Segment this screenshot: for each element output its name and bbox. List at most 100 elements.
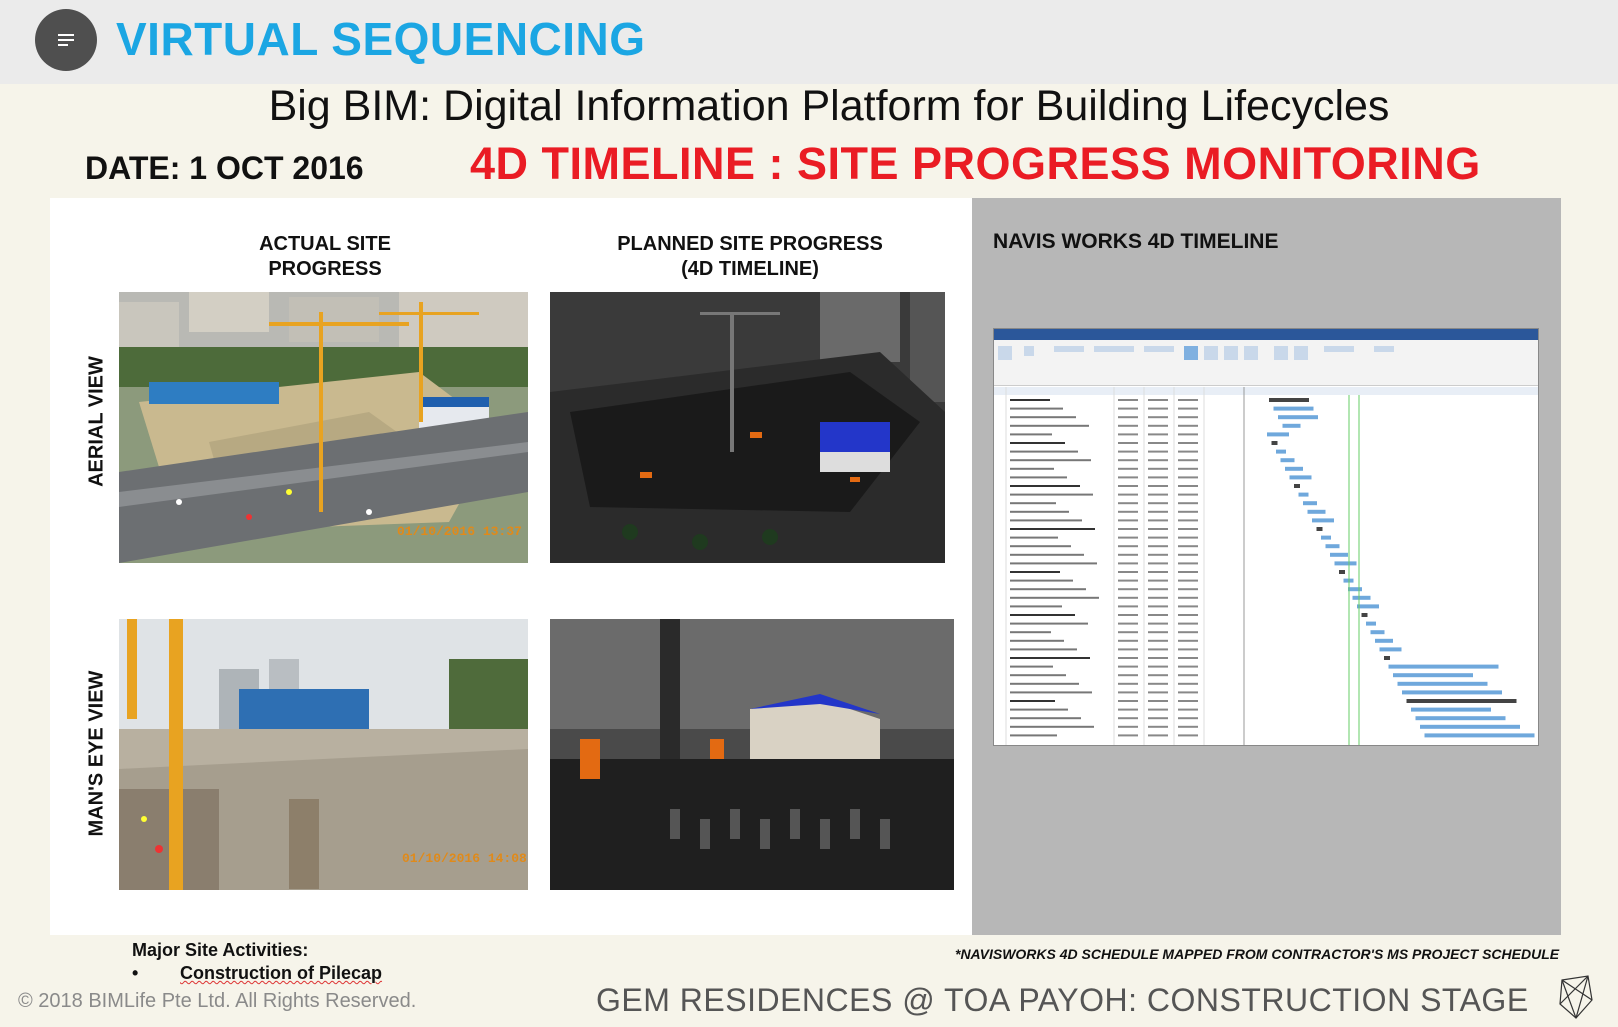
- gantt-bar: [1334, 561, 1357, 566]
- gantt-cell: [1148, 571, 1168, 573]
- gantt-bar: [1278, 415, 1318, 420]
- gantt-cell: [1148, 674, 1168, 677]
- gantt-cell: [1118, 665, 1138, 668]
- gantt-cell: [1148, 553, 1168, 556]
- gantt-cell: [1118, 725, 1138, 728]
- gantt-task-name: [1010, 691, 1092, 694]
- gantt-cell: [1178, 399, 1198, 401]
- gantt-ribbon: [994, 340, 1538, 386]
- gantt-cell: [1148, 596, 1168, 599]
- gantt-cell: [1178, 493, 1198, 496]
- gantt-task-name: [1010, 614, 1075, 616]
- gantt-cell: [1148, 407, 1168, 410]
- gantt-cell: [1118, 639, 1138, 642]
- gantt-bar: [1339, 570, 1345, 574]
- gantt-cell: [1118, 657, 1138, 659]
- gantt-cell: [1148, 708, 1168, 711]
- planned-heading-line1: PLANNED SITE PROGRESS: [617, 233, 883, 255]
- gantt-body: [994, 387, 1538, 745]
- gantt-cell: [1178, 614, 1198, 616]
- gantt-cell: [1178, 605, 1198, 608]
- gantt-task-name: [1010, 502, 1056, 505]
- gantt-task-name: [1010, 639, 1064, 642]
- gantt-bar: [1273, 406, 1314, 411]
- menu-icon: [58, 34, 74, 46]
- gantt-task-name: [1010, 622, 1088, 625]
- gantt-bar: [1280, 458, 1295, 463]
- gantt-cell: [1178, 433, 1198, 436]
- gantt-cell: [1148, 433, 1168, 436]
- gantt-bar: [1289, 475, 1312, 480]
- gantt-bar: [1285, 466, 1303, 471]
- gantt-cell: [1178, 717, 1198, 720]
- gantt-cell: [1118, 631, 1138, 634]
- gantt-cell: [1178, 459, 1198, 462]
- gantt-cell: [1148, 725, 1168, 728]
- planned-aerial-render: [550, 292, 945, 563]
- gantt-cell: [1178, 622, 1198, 625]
- gantt-cell: [1118, 553, 1138, 556]
- gantt-bar: [1393, 673, 1473, 678]
- gantt-cell: [1178, 691, 1198, 694]
- gantt-cell: [1118, 442, 1138, 444]
- gantt-cell: [1178, 485, 1198, 487]
- gantt-cell: [1118, 700, 1138, 702]
- gantt-task-name: [1010, 510, 1069, 513]
- gantt-bar: [1420, 724, 1520, 729]
- gantt-bar: [1379, 647, 1402, 652]
- actual-ground-photo: 01/10/2016 14:08: [119, 619, 528, 890]
- gantt-cell: [1148, 519, 1168, 522]
- gantt-cell: [1148, 536, 1168, 539]
- gantt-task-name: [1010, 700, 1055, 702]
- gantt-task-name: [1010, 631, 1051, 634]
- gantt-cell: [1118, 399, 1138, 401]
- gantt-cell: [1178, 407, 1198, 410]
- gantt-cell: [1148, 700, 1168, 702]
- gantt-task-name: [1010, 648, 1077, 651]
- gantt-cell: [1118, 476, 1138, 479]
- gantt-cell: [1118, 493, 1138, 496]
- gantt-task-name: [1010, 605, 1062, 608]
- gantt-cell: [1148, 442, 1168, 444]
- gantt-bar: [1366, 621, 1376, 626]
- gantt-bar: [1357, 604, 1379, 609]
- gantt-bar: [1330, 552, 1348, 557]
- menu-button[interactable]: [35, 9, 97, 71]
- gantt-cell: [1148, 510, 1168, 513]
- gantt-cell: [1118, 691, 1138, 694]
- gantt-cell: [1118, 510, 1138, 513]
- gantt-task-name: [1010, 725, 1094, 728]
- gantt-cell: [1148, 399, 1168, 401]
- gantt-task-name: [1010, 734, 1057, 737]
- gantt-cell: [1118, 717, 1138, 720]
- gantt-cell: [1118, 536, 1138, 539]
- gantt-task-name: [1010, 665, 1053, 668]
- ground-photo-timestamp: 01/10/2016 14:08: [402, 851, 527, 866]
- planned-heading-line2: (4D TIMELINE): [681, 258, 819, 280]
- gantt-cell: [1118, 596, 1138, 599]
- gantt-cell: [1118, 502, 1138, 505]
- gantt-cell: [1148, 502, 1168, 505]
- gantt-cell: [1178, 553, 1198, 556]
- gantt-bar: [1271, 441, 1278, 445]
- gantt-bar: [1375, 638, 1393, 643]
- gantt-task-name: [1010, 682, 1079, 685]
- gantt-bar: [1276, 449, 1286, 454]
- project-name: GEM RESIDENCES @ TOA PAYOH: CONSTRUCTION…: [596, 982, 1529, 1018]
- aerial-view-label: AERIAL VIEW: [85, 356, 108, 487]
- gantt-task-name: [1010, 485, 1080, 487]
- gantt-cell: [1178, 545, 1198, 548]
- gantt-cell: [1118, 416, 1138, 419]
- gantt-cell: [1148, 665, 1168, 668]
- gantt-task-name: [1010, 657, 1090, 659]
- gantt-task-name: [1010, 562, 1097, 565]
- gantt-bar: [1294, 484, 1300, 488]
- gantt-bar: [1406, 699, 1517, 703]
- gantt-task-name: [1010, 459, 1091, 462]
- gantt-bar: [1397, 681, 1488, 686]
- gantt-cell: [1148, 717, 1168, 720]
- gantt-cell: [1178, 588, 1198, 591]
- gantt-cell: [1148, 682, 1168, 685]
- gantt-cell: [1118, 519, 1138, 522]
- gantt-cell: [1118, 407, 1138, 410]
